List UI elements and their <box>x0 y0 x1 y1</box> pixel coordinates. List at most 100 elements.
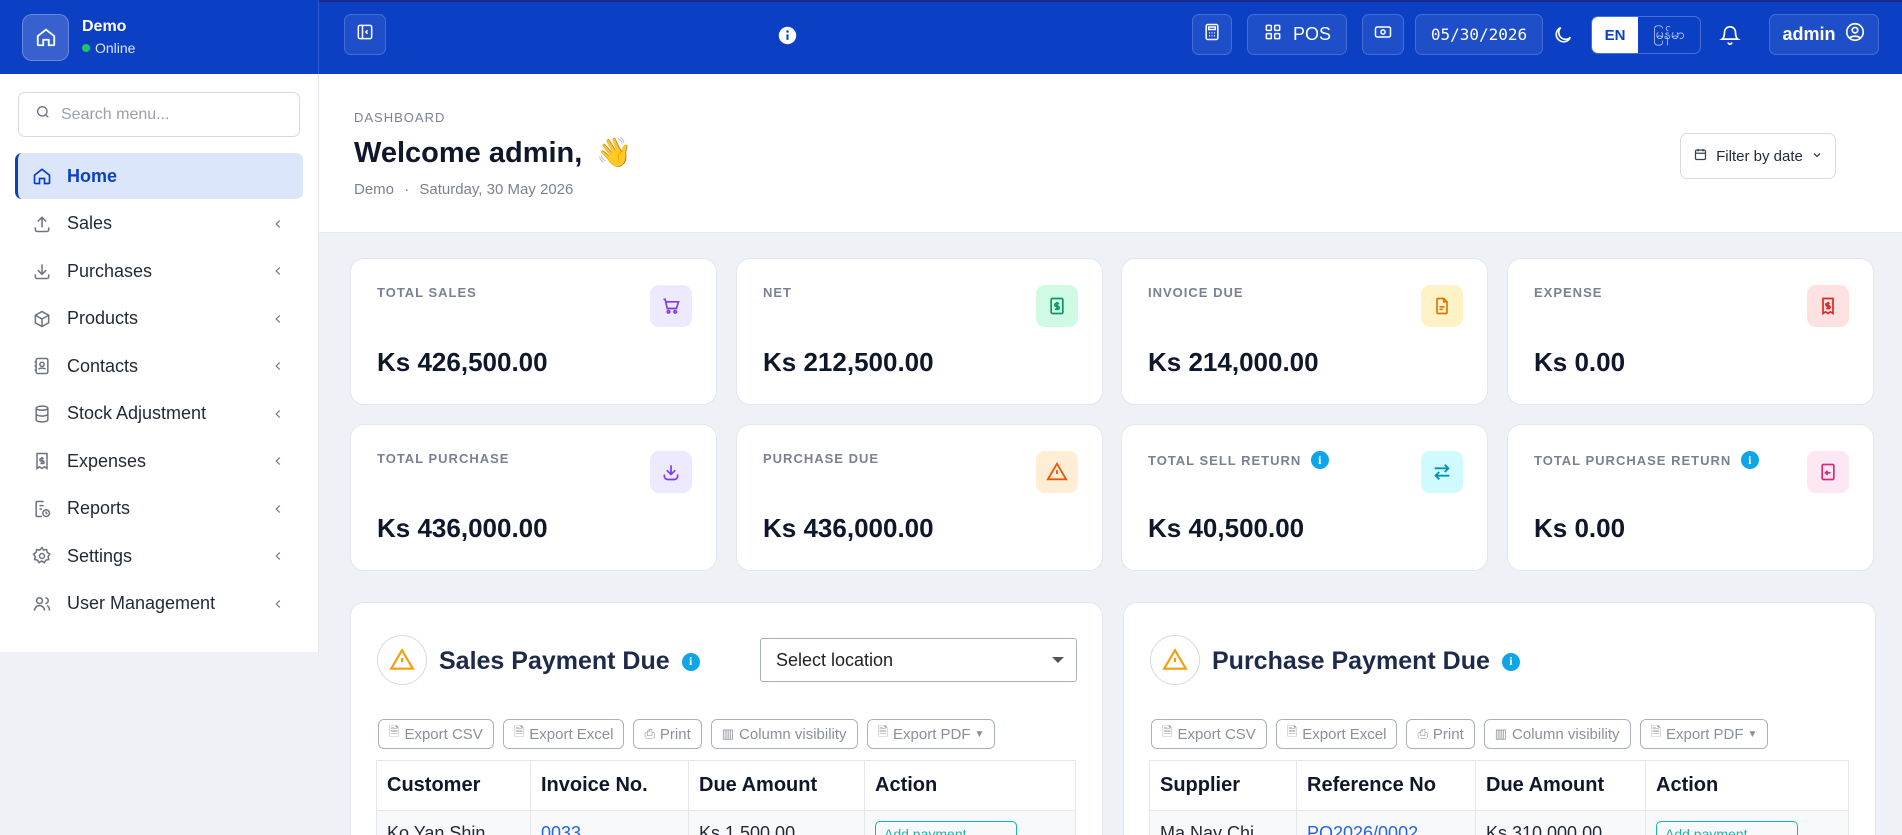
column-header[interactable]: Invoice No. <box>530 760 689 811</box>
online-status: Online <box>82 40 135 56</box>
print-button[interactable]: ⎙ Print <box>633 719 702 749</box>
table-header-row: Customer Invoice No. Due Amount Action <box>376 760 1076 811</box>
sidebar-item-label: Expenses <box>67 450 147 471</box>
export-pdf-button[interactable]: 🗎 Export PDF ▼ <box>1639 719 1769 749</box>
sidebar-item-label: Products <box>67 308 139 328</box>
location-select[interactable]: Select location <box>760 638 1077 682</box>
sidebar-item-label: Sales <box>67 213 113 233</box>
column-visibility-label: Column visibility <box>739 725 847 743</box>
column-header[interactable]: Due Amount <box>1475 760 1646 811</box>
action-cell: Add payment <box>1645 810 1849 835</box>
stat-label: TOTAL PURCHASE RETURN i <box>1534 451 1760 469</box>
sidebar-item-settings[interactable]: Settings <box>15 533 303 579</box>
calendar-icon <box>1693 147 1708 166</box>
add-payment-button[interactable]: Add payment <box>875 821 1017 835</box>
chevron-left-icon <box>271 595 285 616</box>
column-header[interactable]: Due Amount <box>688 760 865 811</box>
chevron-left-icon <box>271 405 285 426</box>
panel-title: Purchase Payment Due i <box>1212 647 1520 676</box>
contacts-icon <box>31 355 53 377</box>
home-logo-icon[interactable] <box>22 13 69 61</box>
lang-en-button[interactable]: EN <box>1592 17 1638 53</box>
customer-cell: Ko Yan Shin <box>376 810 531 835</box>
sidebar-item-sales[interactable]: Sales <box>15 201 303 247</box>
stat-card-total-purchase-return: TOTAL PURCHASE RETURN i Ks 0.00 <box>1507 424 1874 571</box>
add-payment-button[interactable]: Add payment <box>1656 821 1798 835</box>
sidebar-toggle-button[interactable] <box>344 14 386 55</box>
filter-by-date-button[interactable]: Filter by date <box>1680 133 1836 179</box>
pos-button[interactable]: POS <box>1247 14 1347 55</box>
stat-label: TOTAL SALES <box>377 285 477 300</box>
brand-bar: Demo Online <box>0 0 319 74</box>
dropdown-caret-icon <box>1052 657 1064 663</box>
printer-icon: ⎙ <box>1417 726 1428 741</box>
chevron-left-icon <box>271 262 285 283</box>
pos-label: POS <box>1292 24 1331 44</box>
supplier-cell: Ma Nay Chi <box>1149 810 1297 835</box>
info-icon[interactable]: i <box>1311 451 1330 469</box>
column-header[interactable]: Supplier <box>1149 760 1297 811</box>
receipt-icon <box>31 450 53 472</box>
sidebar-item-reports[interactable]: Reports <box>15 486 303 532</box>
info-icon[interactable]: i <box>1741 451 1760 469</box>
column-header[interactable]: Action <box>864 760 1076 811</box>
export-pdf-button[interactable]: 🗎 Export PDF ▼ <box>866 719 996 749</box>
moon-icon[interactable] <box>1552 24 1574 51</box>
sidebar-item-expenses[interactable]: Expenses <box>15 438 303 484</box>
sidebar-item-products[interactable]: Products <box>15 296 303 342</box>
invoice-link[interactable]: 0033 <box>541 823 581 835</box>
calculator-button[interactable] <box>1192 14 1232 55</box>
stat-label: TOTAL PURCHASE <box>377 451 510 466</box>
sidebar-item-stock-adjustment[interactable]: Stock Adjustment <box>15 391 303 437</box>
stat-label: PURCHASE DUE <box>763 451 880 466</box>
invoice-cell: 0033 <box>530 810 689 835</box>
export-excel-button[interactable]: 🗎 Export Excel <box>502 719 625 749</box>
sidebar-item-contacts[interactable]: Contacts <box>15 343 303 389</box>
export-csv-button[interactable]: 🗎 Export CSV <box>1151 719 1267 749</box>
bell-icon[interactable] <box>1719 24 1741 51</box>
sidebar-item-home[interactable]: Home <box>15 153 303 199</box>
print-button[interactable]: ⎙ Print <box>1406 719 1475 749</box>
stat-label: EXPENSE <box>1534 285 1603 300</box>
return-receipt-icon <box>1807 451 1849 493</box>
sidebar-menu: Home Sales Purchases Products Contacts <box>0 74 319 652</box>
file-icon: 🗎 <box>389 724 400 739</box>
export-csv-label: Export CSV <box>404 725 483 743</box>
online-status-label: Online <box>95 40 136 56</box>
user-menu-button[interactable]: admin <box>1769 14 1879 55</box>
info-icon[interactable] <box>778 26 797 50</box>
column-visibility-button[interactable]: ▥ Column visibility <box>710 719 858 749</box>
export-pdf-label: Export PDF <box>893 725 971 743</box>
stat-card-total-purchase: TOTAL PURCHASE Ks 436,000.00 <box>350 424 717 571</box>
column-header[interactable]: Action <box>1645 760 1849 811</box>
chevron-left-icon <box>271 215 285 236</box>
sidebar-item-label: Settings <box>67 545 133 566</box>
stat-card-purchase-due: PURCHASE DUE Ks 436,000.00 <box>736 424 1103 571</box>
lang-my-button[interactable]: မြန်မာ <box>1638 17 1700 53</box>
info-icon[interactable]: i <box>1501 652 1520 671</box>
export-excel-button[interactable]: 🗎 Export Excel <box>1275 719 1398 749</box>
stat-value: Ks 0.00 <box>1534 513 1626 543</box>
cash-register-button[interactable] <box>1362 14 1404 55</box>
column-header[interactable]: Reference No <box>1296 760 1476 811</box>
sidebar-item-user-management[interactable]: User Management <box>15 581 303 627</box>
export-csv-button[interactable]: 🗎 Export CSV <box>378 719 494 749</box>
calculator-icon <box>1202 22 1222 47</box>
sidebar-item-purchases[interactable]: Purchases <box>15 248 303 294</box>
search-input[interactable] <box>61 105 281 124</box>
stat-card-net: NET Ks 212,500.00 <box>736 258 1103 405</box>
table-row: Ma Nay Chi PO2026/0002 Ks 310,000.00 Add… <box>1149 810 1849 835</box>
export-excel-label: Export Excel <box>529 725 614 743</box>
info-icon[interactable]: i <box>681 652 700 671</box>
due-amount-cell: Ks 310,000.00 <box>1475 810 1646 835</box>
table-row: Ko Yan Shin 0033 Ks 1,500.00 Add payment <box>376 810 1076 835</box>
columns-icon: ▥ <box>721 726 735 741</box>
reference-link[interactable]: PO2026/0002 <box>1307 823 1418 835</box>
username: admin <box>1782 24 1836 44</box>
export-csv-label: Export CSV <box>1177 725 1256 743</box>
column-header[interactable]: Customer <box>376 760 531 811</box>
column-visibility-button[interactable]: ▥ Column visibility <box>1483 719 1631 749</box>
export-toolbar: 🗎 Export CSV 🗎 Export Excel ⎙ Print ▥ Column… <box>378 719 996 749</box>
sidebar-toggle-icon <box>355 22 375 47</box>
date-display[interactable]: 05/30/2026 <box>1415 14 1543 55</box>
